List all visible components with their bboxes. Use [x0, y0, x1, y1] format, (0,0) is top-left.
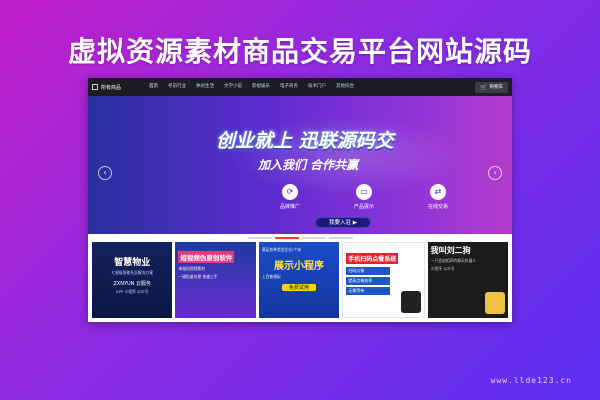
card-line: 海量短视频素材 — [178, 266, 205, 271]
chevron-left-icon: ‹ — [103, 168, 107, 177]
nav-item-other[interactable]: 其他综合 — [331, 78, 359, 96]
category-menu-label: 所有商品 — [101, 84, 122, 91]
card-line: 一键批量处理 快速上手 — [178, 274, 218, 279]
product-cards: 智慧物业 七星级智能社区解决方案 ZXNYUN 云服务 APP 小程序 公众号 … — [88, 242, 512, 318]
feature-brand-promo: ⟳ 品牌推广 — [268, 184, 312, 210]
slide-dot[interactable] — [247, 237, 272, 239]
website-screenshot: 所有商品 首页 考前行业 休闲生活 文学小说 影视娱乐 电子商务 技术门户 其他… — [88, 78, 512, 322]
nav-item-literature[interactable]: 文学小说 — [219, 78, 247, 96]
share-icon: ⟳ — [282, 184, 298, 200]
phone-image — [400, 291, 421, 313]
card-line: 七星级智能社区解决方案 — [111, 270, 154, 275]
slide-dot[interactable] — [301, 237, 326, 239]
nav-items: 首页 考前行业 休闲生活 文学小说 影视娱乐 电子商务 技术门户 其他综合 — [144, 78, 475, 96]
nav-item-ecommerce[interactable]: 电子商务 — [275, 78, 303, 96]
grid-menu-icon — [92, 84, 98, 90]
feature-label: 产品展示 — [353, 204, 374, 210]
card-title: 展示小程序 — [274, 261, 325, 272]
banner-slogan-sub: 加入我们 合作共赢 — [258, 158, 359, 172]
product-card-video-tool[interactable]: 短视频伪原创软件 海量短视频素材 一键批量处理 快速上手 — [175, 242, 256, 318]
dog-mascot-image — [485, 292, 506, 314]
slide-dot-active[interactable] — [274, 237, 299, 239]
display-icon: ▭ — [356, 184, 372, 200]
feature-label: 品牌推广 — [279, 204, 300, 210]
join-button[interactable]: 我要入驻 ▶ — [315, 217, 371, 228]
feature-label: 在线交易 — [427, 204, 448, 210]
card-title: 手机扫码点餐系统 — [346, 253, 399, 264]
card-line: 满足各种类型企业/个体 — [261, 247, 302, 252]
feature-online-trade: ⇄ 在线交易 — [416, 184, 460, 210]
card-title: 我叫刘二狗 — [430, 246, 471, 255]
product-card-smart-property[interactable]: 智慧物业 七星级智能社区解决方案 ZXNYUN 云服务 APP 小程序 公众号 — [92, 242, 173, 318]
cart-label: 购物车 — [489, 85, 504, 90]
cart-icon: 🛒 — [480, 83, 488, 91]
nav-item-tech[interactable]: 技术门户 — [303, 78, 331, 96]
category-menu[interactable]: 所有商品 — [92, 84, 144, 91]
slide-dot[interactable] — [328, 237, 353, 239]
next-slide-button[interactable]: › — [488, 166, 502, 180]
chevron-right-icon: › — [493, 168, 497, 177]
top-nav: 所有商品 首页 考前行业 休闲生活 文学小说 影视娱乐 电子商务 技术门户 其他… — [88, 78, 512, 96]
nav-item-exam[interactable]: 考前行业 — [163, 78, 191, 96]
slide-indicators — [88, 234, 512, 242]
free-trial-badge: 免费试用 — [282, 284, 317, 291]
card-line: 上百套模板 — [261, 274, 281, 279]
banner-features: ⟳ 品牌推广 ▭ 产品展示 ⇄ 在线交易 — [268, 184, 460, 210]
nav-item-leisure[interactable]: 休闲生活 — [191, 78, 219, 96]
card-line: 一只会说相声的聊天机器人 — [430, 258, 477, 263]
card-title: 短视频伪原创软件 — [178, 251, 235, 263]
card-line: APP 小程序 公众号 — [116, 289, 149, 294]
page-headline: 虚拟资源素材商品交易平台网站源码 — [67, 35, 532, 68]
exchange-icon: ⇄ — [430, 184, 446, 200]
nav-item-entertainment[interactable]: 影视娱乐 — [247, 78, 275, 96]
banner-slogan-main: 创业就上 迅联源码交 — [216, 130, 394, 152]
cart-button[interactable]: 🛒 购物车 — [475, 81, 508, 93]
prev-slide-button[interactable]: ‹ — [98, 166, 112, 180]
hero-banner: ‹ › 创业就上 迅联源码交 加入我们 合作共赢 ⟳ 品牌推广 ▭ 产品展示 ⇄… — [88, 96, 512, 234]
watermark: www.llde123.cn — [490, 376, 572, 385]
card-line: 小程序 公众号 — [430, 266, 455, 271]
card-feature: 无需等待 — [346, 287, 391, 295]
product-card-mini-program[interactable]: 满足各种类型企业/个体 展示小程序 上百套模板 免费试用 — [258, 242, 340, 318]
card-tag: ZXNYUN 云服务 — [113, 281, 152, 287]
feature-product-display: ▭ 产品展示 — [342, 184, 386, 210]
card-title: 智慧物业 — [114, 258, 151, 268]
nav-item-home[interactable]: 首页 — [144, 78, 163, 96]
product-card-qr-ordering[interactable]: 手机扫码点餐系统 扫码点餐 提高点餐效率 无需等待 — [342, 242, 425, 318]
product-card-chatbot[interactable]: 我叫刘二狗 一只会说相声的聊天机器人 小程序 公众号 — [427, 242, 509, 318]
card-feature: 扫码点餐 — [346, 267, 391, 275]
card-feature: 提高点餐效率 — [346, 277, 391, 285]
